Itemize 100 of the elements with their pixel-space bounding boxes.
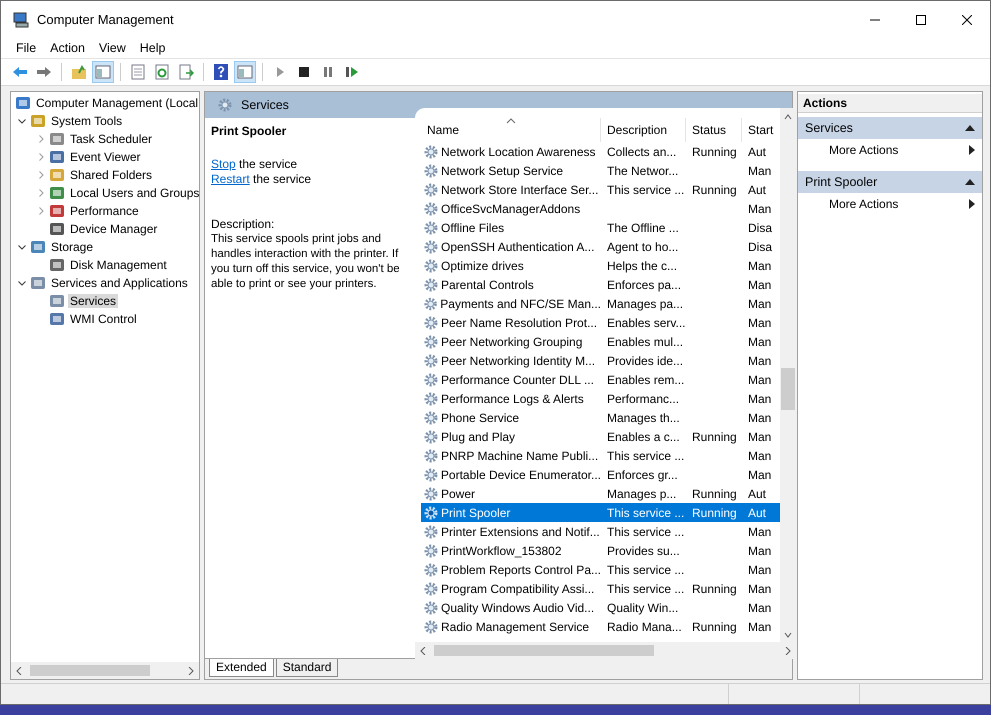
table-row[interactable]: Portable Device Enumerator... Enforces gr... Man: [421, 465, 780, 484]
table-row[interactable]: Network Setup Service The Networ... Man: [421, 161, 780, 180]
horizontal-scrollbar[interactable]: [11, 662, 199, 679]
table-cell: Man: [748, 372, 772, 386]
table-row[interactable]: Program Compatibility Assi... This service ... Running Man: [421, 579, 780, 598]
scrollbar-thumb[interactable]: [781, 368, 795, 410]
tree-item[interactable]: Storage: [49, 240, 96, 254]
scroll-left-icon[interactable]: [15, 666, 23, 674]
section-header[interactable]: Print Spooler: [798, 171, 982, 193]
tree-item[interactable]: Shared Folders: [68, 168, 154, 182]
table-cell: This service ...: [607, 524, 684, 538]
column-header[interactable]: Description: [601, 118, 686, 142]
table-row[interactable]: Network Store Interface Ser... This service ... Running Aut: [421, 180, 780, 199]
chevron-icon[interactable]: [17, 242, 27, 252]
table-row[interactable]: Parental Controls Enforces pa... Man: [421, 275, 780, 294]
table-cell: Man: [748, 354, 772, 368]
table-row[interactable]: Plug and Play Enables a c... Running Man: [421, 427, 780, 446]
table-cell: OpenSSH Authentication A...: [441, 240, 594, 254]
chevron-icon[interactable]: [17, 278, 27, 288]
collapse-icon[interactable]: [965, 179, 975, 185]
tree-item[interactable]: Services and Applications: [49, 276, 190, 290]
view-tab[interactable]: Extended: [209, 659, 274, 677]
table-row[interactable]: Print Spooler This service ... Running Aut: [421, 503, 780, 522]
table-row[interactable]: Power Manages p... Running Aut: [421, 484, 780, 503]
scrollbar-thumb[interactable]: [30, 665, 150, 676]
menu-item[interactable]: Help: [132, 41, 172, 55]
tree-item[interactable]: Computer Management (Local: [34, 96, 199, 110]
table-cell: Running: [692, 620, 737, 634]
scroll-down-icon[interactable]: [784, 632, 792, 638]
menu-item[interactable]: File: [9, 41, 44, 55]
collapse-icon[interactable]: [965, 125, 975, 131]
horizontal-scrollbar[interactable]: [415, 642, 796, 659]
table-row[interactable]: OfficeSvcManagerAddons Man: [421, 199, 780, 218]
table-cell: Man: [748, 316, 772, 330]
table-row[interactable]: Peer Networking Grouping Enables mul... Man: [421, 332, 780, 351]
column-header[interactable]: Status: [686, 118, 742, 142]
scrollbar-thumb[interactable]: [434, 645, 654, 656]
section-header[interactable]: Services: [798, 117, 982, 139]
tree-item[interactable]: WMI Control: [68, 312, 139, 326]
table-cell: Aut: [748, 486, 766, 500]
table-row[interactable]: Offline Files The Offline ... Disa: [421, 218, 780, 237]
table-cell: Disa: [748, 240, 772, 254]
scroll-right-icon[interactable]: [187, 666, 195, 674]
table-cell: Network Store Interface Ser...: [441, 182, 598, 196]
table-row[interactable]: Network Location Awareness Collects an... Running Aut: [421, 142, 780, 161]
table-cell: Man: [748, 430, 772, 444]
table-cell: Performance Logs & Alerts: [441, 392, 584, 406]
menu-item[interactable]: Action: [43, 41, 92, 55]
table-row[interactable]: Performance Logs & Alerts Performanc... Man: [421, 389, 780, 408]
tree-item[interactable]: Disk Management: [68, 258, 169, 272]
table-row[interactable]: Problem Reports Control Pa... This service ... Man: [421, 560, 780, 579]
table-cell: Peer Name Resolution Prot...: [441, 316, 598, 330]
table-cell: Man: [748, 524, 772, 538]
table-row[interactable]: Payments and NFC/SE Man... Manages pa... Man: [421, 294, 780, 313]
table-row[interactable]: Peer Name Resolution Prot... Enables serv... Man: [421, 313, 780, 332]
column-header[interactable]: Name: [421, 118, 601, 142]
tree-pane-icon[interactable]: [92, 61, 114, 83]
table-cell: PNRP Machine Name Publi...: [441, 448, 598, 462]
tree-item[interactable]: System Tools: [49, 114, 124, 128]
tree-item[interactable]: Event Viewer: [68, 150, 142, 164]
sort-caret-icon: [506, 118, 516, 124]
table-cell: Manages th...: [607, 410, 680, 424]
table-cell: Man: [748, 278, 772, 292]
table-cell: Portable Device Enumerator...: [440, 468, 601, 482]
table-row[interactable]: Radio Management Service Radio Mana... Running Man: [421, 617, 780, 636]
scroll-up-icon[interactable]: [784, 114, 792, 120]
vertical-scrollbar[interactable]: [780, 108, 796, 642]
tree-item[interactable]: Local Users and Groups: [68, 186, 199, 200]
action-pane-icon[interactable]: [234, 61, 256, 83]
table-row[interactable]: Optimize drives Helps the c... Man: [421, 256, 780, 275]
action-item[interactable]: More Actions: [829, 143, 898, 157]
menu-item[interactable]: View: [92, 41, 133, 55]
table-cell: Man: [748, 296, 772, 310]
tree-item[interactable]: Task Scheduler: [68, 132, 154, 146]
action-item[interactable]: More Actions: [829, 197, 898, 211]
table-row[interactable]: PNRP Machine Name Publi... This service ... Man: [421, 446, 780, 465]
table-cell: Enables rem...: [607, 372, 684, 386]
tree-item[interactable]: Performance: [68, 204, 141, 218]
column-header[interactable]: Start: [742, 118, 780, 142]
task-link[interactable]: Restart: [211, 172, 250, 186]
view-tab[interactable]: Standard: [276, 659, 338, 677]
table-cell: Optimize drives: [441, 258, 524, 272]
table-row[interactable]: Performance Counter DLL ... Enables rem... Man: [421, 370, 780, 389]
table-row[interactable]: PrintWorkflow_153802 Provides su... Man: [421, 541, 780, 560]
tree-item[interactable]: Device Manager: [68, 222, 160, 236]
table-row[interactable]: OpenSSH Authentication A... Agent to ho... Disa: [421, 237, 780, 256]
table-row[interactable]: Printer Extensions and Notif... This service ... Man: [421, 522, 780, 541]
table-row[interactable]: Phone Service Manages th... Man: [421, 408, 780, 427]
table-row[interactable]: Quality Windows Audio Vid... Quality Win... Man: [421, 598, 780, 617]
scroll-left-icon[interactable]: [419, 646, 427, 654]
task-link[interactable]: Stop: [211, 157, 236, 171]
table-cell: Parental Controls: [441, 278, 534, 292]
table-cell: Man: [748, 410, 772, 424]
chevron-icon[interactable]: [17, 116, 27, 126]
submenu-arrow-icon: [969, 145, 975, 155]
table-cell: Disa: [748, 220, 772, 234]
table-row[interactable]: Peer Networking Identity M... Provides ide... Man: [421, 351, 780, 370]
submenu-arrow-icon: [969, 199, 975, 209]
scroll-right-icon[interactable]: [784, 646, 792, 654]
tree-item[interactable]: Services: [68, 294, 118, 308]
